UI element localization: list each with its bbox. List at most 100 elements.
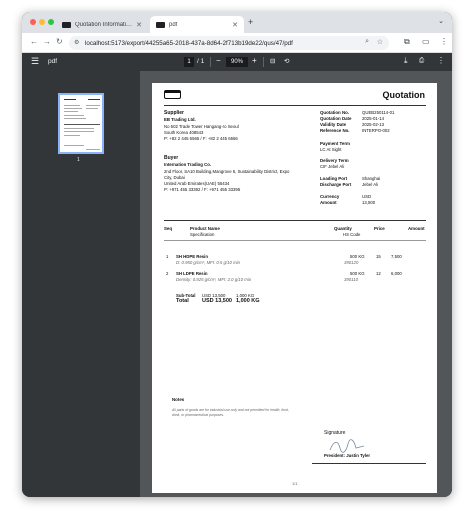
payment-term-value: LC At Sight	[320, 147, 342, 152]
tab-label: pdf	[169, 21, 178, 28]
row-name: SH HDPE Resin	[176, 254, 208, 259]
address-bar[interactable]: ⚙ localhost:5173/export/44255a65-2018-43…	[69, 36, 389, 50]
supplier-line: P: +82 2 445 6565 / F: +82 2 445 6566	[164, 136, 238, 141]
row-hs: 390110	[344, 277, 359, 282]
port-label: Discharge Port	[320, 182, 352, 187]
pdf-toolbar: ☰ pdf 1 / 1 − 90% + ⊟ ⟲ ⤓ ⎙ ⋮	[22, 53, 452, 71]
notes-heading: Notes	[172, 397, 185, 402]
buyer-line: United Arab Emirates(UAE) 55434	[164, 181, 230, 186]
row-price: 12	[376, 271, 381, 276]
signature-line	[312, 463, 426, 464]
rotate-icon[interactable]: ⟲	[284, 57, 289, 65]
buyer-line: 2nd Floor, SA10 Building,Mangrove 6, Sus…	[164, 169, 290, 174]
row-amount: 6,000	[391, 271, 402, 276]
row-spec: Density: 0.925 g/cm³, MFI: 2.0 g/10 min	[176, 277, 252, 282]
close-tab-icon[interactable]: ✕	[232, 21, 238, 29]
url-text: localhost:5173/export/44255a65-2018-437a…	[85, 39, 293, 47]
sidebar-toggle-icon[interactable]: ▭	[422, 37, 430, 46]
pdf-title: pdf	[48, 58, 58, 65]
header-price: Price	[374, 226, 385, 231]
port-value: Shanghai	[362, 176, 381, 181]
supplier-heading: Supplier	[164, 110, 185, 116]
header-amount: Amount	[408, 226, 425, 231]
table-header-divider	[164, 240, 426, 241]
tab-search-icon[interactable]: ⌄	[438, 17, 444, 25]
company-logo-icon	[164, 90, 181, 99]
currency-value: USD	[362, 194, 372, 199]
extensions-icon[interactable]: ⧉	[404, 37, 410, 47]
toolbar-divider	[210, 57, 211, 67]
header-hs: HS Code	[343, 232, 361, 237]
new-tab-button[interactable]: +	[248, 17, 253, 27]
signature-label: Signature	[324, 430, 346, 436]
pdf-viewer: ☰ pdf 1 / 1 − 90% + ⊟ ⟲ ⤓ ⎙ ⋮ 1 Quotatio…	[22, 53, 452, 497]
meta-value: 2025-02-13	[362, 122, 384, 127]
browser-menu-icon[interactable]: ⋮	[440, 37, 448, 46]
amount-value: 13,500	[362, 200, 376, 205]
buyer-line: P: +971 455 33392 / F: +971 455 33395	[164, 187, 241, 192]
site-favicon-icon	[156, 21, 165, 28]
supplier-line: EB Trading Ltd.	[164, 117, 196, 122]
zoom-in-button[interactable]: +	[252, 56, 257, 65]
hamburger-menu-icon[interactable]: ☰	[31, 56, 39, 67]
tab-quotation-information[interactable]: Quotation Information | Eastr ✕	[56, 16, 148, 33]
site-info-icon[interactable]: ⚙	[74, 39, 79, 46]
row-quantity: 500 KG	[350, 271, 365, 276]
download-icon[interactable]: ⤓	[404, 56, 408, 66]
browser-toolbar: ← → ↻ ⚙ localhost:5173/export/44255a65-2…	[22, 33, 452, 53]
maximize-window-button[interactable]	[48, 19, 54, 25]
pdf-page: Quotation Supplier EB Trading Ltd. No 50…	[152, 83, 437, 493]
toolbar-divider	[263, 57, 264, 67]
thumbnail-page-number: 1	[77, 157, 80, 163]
page-thumbnail[interactable]	[58, 93, 104, 154]
total-amount: USD 13,500	[202, 298, 232, 304]
close-window-button[interactable]	[30, 19, 36, 25]
header-spec: Specification	[190, 232, 215, 237]
buyer-heading: Buyer	[164, 155, 179, 161]
bookmark-star-icon[interactable]: ☆	[377, 38, 383, 46]
meta-value: 2025-01-14	[362, 116, 384, 121]
page-footer: 1/1	[292, 481, 298, 486]
meta-label: Reference No.	[320, 128, 350, 133]
tab-pdf[interactable]: pdf ✕	[150, 16, 244, 33]
zoom-icon[interactable]: ⌕	[365, 38, 369, 46]
row-name: SH LDPE Resin	[176, 271, 208, 276]
row-amount: 7,500	[391, 254, 402, 259]
row-spec: D: 0.950 g/cm³, MFI: 0.5 g/10 min	[176, 260, 241, 265]
browser-window: Quotation Information | Eastr ✕ pdf ✕ + …	[22, 12, 452, 497]
notes-text: All parts of goods are for industrial us…	[172, 408, 289, 417]
document-title: Quotation	[382, 90, 426, 100]
tab-label: Quotation Information | Eastr	[75, 21, 133, 28]
meta-value: QUEB250114-01	[362, 110, 395, 115]
print-icon[interactable]: ⎙	[419, 57, 424, 65]
zoom-level-input[interactable]: 90%	[226, 57, 248, 67]
row-hs: 390120	[344, 260, 359, 265]
buyer-line: City, Dubai	[164, 175, 185, 180]
site-favicon-icon	[62, 21, 71, 28]
amount-label: Amount	[320, 200, 337, 205]
delivery-term-value: CIF Jebel Ali	[320, 164, 345, 169]
fit-page-icon[interactable]: ⊟	[270, 57, 275, 65]
page-total: / 1	[197, 58, 205, 65]
row-seq: 1	[166, 254, 169, 259]
supplier-line: No 502 Trade Tower Hangang-ro Seoul	[164, 124, 239, 129]
supplier-line: South Korea 408543	[164, 130, 204, 135]
title-divider	[164, 105, 426, 106]
tab-bar: Quotation Information | Eastr ✕ pdf ✕ + …	[22, 12, 452, 33]
more-vert-icon[interactable]: ⋮	[437, 56, 445, 65]
table-top-divider	[164, 220, 426, 221]
back-icon[interactable]: ←	[30, 37, 38, 46]
page-number-input[interactable]: 1	[184, 57, 194, 67]
reload-icon[interactable]: ↻	[56, 37, 63, 46]
close-tab-icon[interactable]: ✕	[136, 21, 142, 29]
total-qty: 1,000 KG	[236, 298, 260, 304]
forward-icon[interactable]: →	[43, 37, 51, 46]
header-seq: Seq	[164, 226, 173, 231]
meta-value: INTERPO-002	[362, 128, 390, 133]
minimize-window-button[interactable]	[39, 19, 45, 25]
port-value: Jebel Ali	[362, 182, 379, 187]
signer-name: President: Justin Tyler	[324, 453, 371, 458]
buyer-line: Internation Trading Co.	[164, 162, 212, 167]
zoom-out-button[interactable]: −	[216, 56, 221, 65]
thumbnail-sidebar: 1	[22, 71, 140, 497]
